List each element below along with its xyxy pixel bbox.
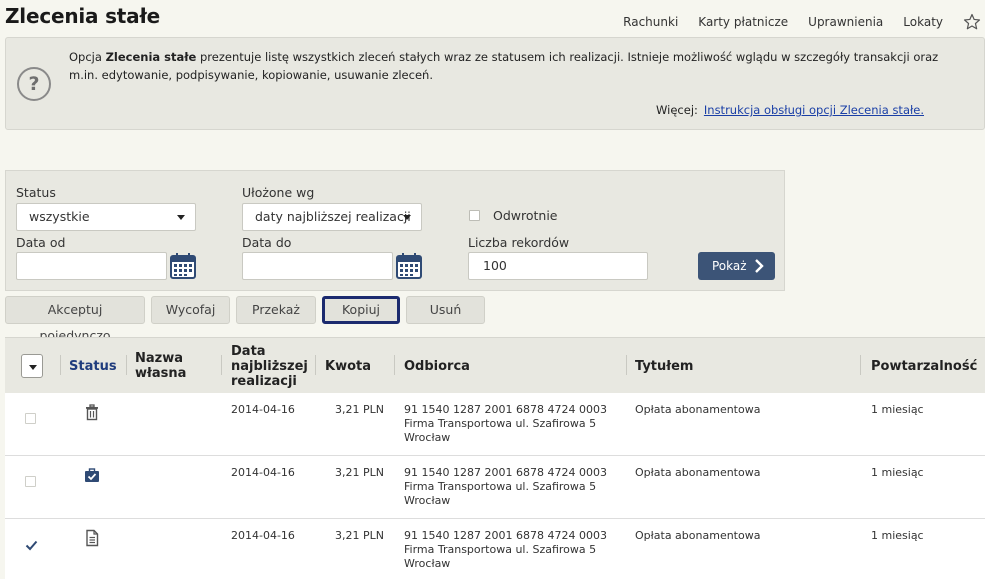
row-recipient: 91 1540 1287 2001 6878 4724 0003 Firma Tr… [404, 466, 607, 507]
table-row[interactable]: 2014-04-16 3,21 PLN 91 1540 1287 2001 68… [5, 519, 985, 579]
top-navigation: Rachunki Karty płatnicze Uprawnienia Lok… [603, 13, 981, 31]
row-amount: 3,21 PLN [335, 466, 384, 479]
delete-button[interactable]: Usuń [406, 296, 485, 324]
header-name[interactable]: Nazwa własna [135, 351, 186, 381]
chevron-down-icon [29, 365, 37, 370]
row-recipient: 91 1540 1287 2001 6878 4724 0003 Firma Tr… [404, 403, 607, 444]
copy-button[interactable]: Kopiuj [322, 296, 400, 324]
help-icon: ? [17, 67, 51, 101]
row-recipient: 91 1540 1287 2001 6878 4724 0003 Firma Tr… [404, 529, 607, 570]
date-to-input[interactable] [242, 252, 393, 280]
calendar-icon[interactable] [170, 253, 196, 279]
filter-panel: Status wszystkie Ułożone wg daty najbliż… [5, 170, 785, 291]
header-title[interactable]: Tytułem [635, 359, 693, 374]
row-amount: 3,21 PLN [335, 529, 384, 542]
row-title: Opłata abonamentowa [635, 466, 761, 479]
table-row[interactable]: 2014-04-16 3,21 PLN 91 1540 1287 2001 68… [5, 456, 985, 519]
chevron-down-icon [177, 215, 185, 220]
sort-select[interactable]: daty najbliższej realizacji [242, 203, 422, 231]
reverse-label: Odwrotnie [493, 208, 558, 223]
row-amount: 3,21 PLN [335, 403, 384, 416]
row-checkbox[interactable] [25, 539, 38, 551]
table-row[interactable]: 2014-04-16 3,21 PLN 91 1540 1287 2001 68… [5, 393, 985, 456]
chevron-down-icon [403, 215, 411, 220]
star-icon[interactable] [963, 13, 981, 31]
row-title: Opłata abonamentowa [635, 529, 761, 542]
check-icon [25, 540, 38, 551]
nav-rachunki[interactable]: Rachunki [623, 15, 678, 29]
row-title: Opłata abonamentowa [635, 403, 761, 416]
more-info: Więcej: Instrukcja obsługi opcji Zlecenia… [656, 103, 924, 117]
accept-single-button[interactable]: Akceptuj pojedynczo [5, 296, 145, 343]
table-header: Status Nazwa własna Data najbliższej realiz… [5, 338, 985, 393]
nav-uprawnienia[interactable]: Uprawnienia [808, 15, 883, 29]
row-date: 2014-04-16 [231, 466, 295, 479]
info-text: Opcja Zlecenia stałe prezentuje listę ws… [69, 50, 939, 82]
sort-select-value: daty najbliższej realizacji [255, 209, 411, 224]
date-from-input[interactable] [16, 252, 167, 280]
clipboard-check-icon [85, 468, 99, 482]
nav-lokaty[interactable]: Lokaty [903, 15, 943, 29]
calendar-icon[interactable] [396, 253, 422, 279]
status-select-value: wszystkie [29, 209, 90, 224]
show-button-label: Pokaż [712, 259, 747, 273]
chevron-right-icon [755, 259, 764, 273]
status-label: Status [16, 185, 56, 200]
row-date: 2014-04-16 [231, 529, 295, 542]
sort-label: Ułożone wg [242, 185, 315, 200]
records-input[interactable]: 100 [468, 252, 648, 280]
document-icon [86, 529, 99, 547]
row-repeat: 1 miesiąc [871, 403, 924, 416]
row-checkbox[interactable] [25, 413, 36, 424]
row-checkbox[interactable] [25, 476, 36, 487]
row-date: 2014-04-16 [231, 403, 295, 416]
row-repeat: 1 miesiąc [871, 466, 924, 479]
header-status[interactable]: Status [69, 359, 117, 374]
row-repeat: 1 miesiąc [871, 529, 924, 542]
page-title: Zlecenia stałe [5, 4, 161, 28]
info-box: ? Opcja Zlecenia stałe prezentuje listę … [5, 37, 985, 130]
reverse-checkbox[interactable] [469, 210, 480, 221]
standing-orders-table: Status Nazwa własna Data najbliższej realiz… [5, 337, 985, 579]
withdraw-button[interactable]: Wycofaj [151, 296, 230, 324]
status-select[interactable]: wszystkie [16, 203, 196, 231]
show-button[interactable]: Pokaż [698, 252, 775, 280]
more-label: Więcej: [656, 103, 698, 117]
date-from-label: Data od [16, 235, 66, 250]
header-recipient[interactable]: Odbiorca [404, 359, 470, 374]
forward-button[interactable]: Przekaż [236, 296, 316, 324]
action-toolbar: Akceptuj pojedynczo Wycofaj Przekaż Kopi… [5, 296, 491, 343]
records-label: Liczba rekordów [468, 235, 570, 250]
date-to-label: Data do [242, 235, 292, 250]
instructions-link[interactable]: Instrukcja obsługi opcji Zlecenia stałe. [704, 103, 924, 117]
header-date[interactable]: Data najbliższej realizacji [231, 344, 308, 389]
trash-icon [86, 404, 98, 421]
header-repeat[interactable]: Powtarzalność [871, 359, 977, 374]
select-all-dropdown[interactable] [21, 354, 43, 378]
header-amount[interactable]: Kwota [325, 359, 371, 374]
nav-karty-platnicze[interactable]: Karty płatnicze [698, 15, 788, 29]
